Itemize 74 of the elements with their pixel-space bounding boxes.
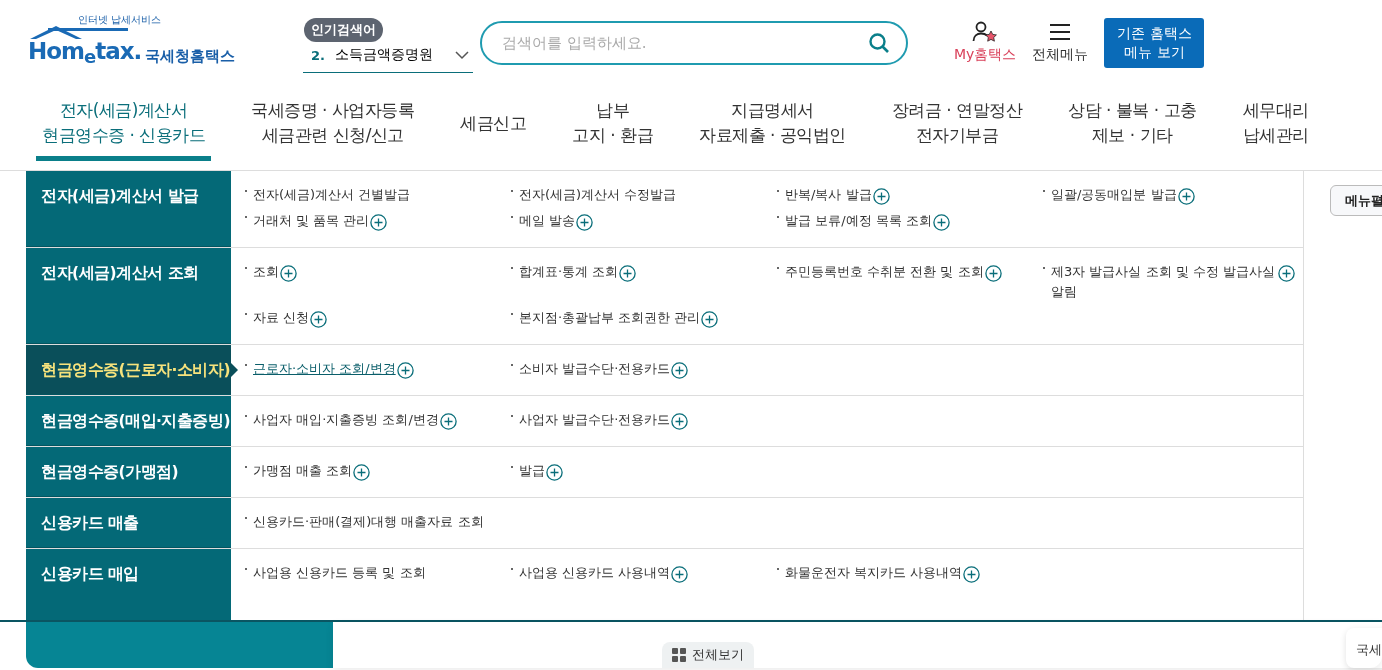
menu-link[interactable]: 조회 [253,262,279,282]
plus-icon[interactable] [439,413,457,430]
popular-search-badge: 인기검색어 [304,17,383,42]
plus-icon[interactable] [872,188,890,205]
menu-link[interactable]: 발급 [519,461,545,481]
menu-link[interactable]: 전자(세금)계산서 건별발급 [253,185,411,205]
nav-tab[interactable]: 상담 · 불복 · 고충 제보 · 기타 [1062,94,1203,161]
logo-wordmark[interactable]: Hom$_{e}$tax. [28,38,142,69]
plus-icon[interactable] [671,566,689,583]
menu-link[interactable]: 반복/복사 발급 [785,185,872,205]
nav-tab[interactable]: 세무대리 납세관리 [1236,94,1315,161]
plus-icon[interactable] [932,214,950,231]
plus-icon[interactable] [280,265,297,282]
menu-link[interactable]: 메일 발송 [519,211,576,231]
plus-icon[interactable] [984,265,1002,282]
menu-link[interactable]: 자료 신청 [253,308,310,328]
menu-link[interactable]: 거래처 및 품목 관리 [253,211,370,231]
menu-link[interactable]: 일괄/공동매입분 발급 [1051,185,1177,205]
plus-icon[interactable] [1278,265,1295,282]
plus-icon[interactable] [619,265,637,282]
menu-link[interactable]: 제3자 발급사실 조회 및 수정 발급사실 알림 [1051,262,1277,302]
plus-icon[interactable] [370,214,388,231]
search-field[interactable]: 검색어를 입력하세요. [480,20,908,65]
classic-menu-button[interactable]: 기존 홈택스 메뉴 보기 [1104,17,1205,68]
menu-category[interactable]: 신용카드 매출 [26,498,231,548]
menu-link[interactable]: 사업용 신용카드 사용내역 [519,563,671,583]
nav-tab[interactable]: 전자(세금)계산서 현금영수증 · 신용카드 [36,94,212,161]
menu-category[interactable]: 신용카드 매입 [26,549,231,620]
nav-tab[interactable]: 지급명세서 자료제출 · 공익법인 [693,94,852,161]
plus-icon[interactable] [546,464,563,481]
nav-tab[interactable]: 국세증명 · 사업자등록 세금관련 신청/신고 [245,94,421,161]
view-all-tab[interactable]: 전체보기 [661,642,754,668]
menu-category[interactable]: 전자(세금)계산서 발급 [26,171,231,247]
menu-category[interactable]: 현금영수증(매입·지출증빙) [26,396,231,446]
plus-icon[interactable] [963,566,981,583]
plus-icon[interactable] [671,413,689,430]
logo-name[interactable]: 국세청홈택스 [145,46,236,66]
nav-tab[interactable]: 장려금 · 연말정산 전자기부금 [885,94,1029,161]
menu-link[interactable]: 사업자 발급수단·전용카드 [519,410,671,430]
menu-category[interactable]: 전자(세금)계산서 조회 [26,248,231,344]
plus-icon[interactable] [1177,188,1195,205]
menu-link[interactable]: 화물운전자 복지카드 사용내역 [785,563,963,583]
menu-link[interactable]: 소비자 발급수단·전용카드 [519,359,671,379]
menu-link[interactable]: 합계표·통계 조회 [519,262,619,282]
plus-icon[interactable] [396,362,414,379]
my-hometax-button[interactable]: My홈택스 [954,21,1017,64]
plus-icon[interactable] [671,362,689,379]
menu-category[interactable]: 현금영수증(근로자·소비자) [26,345,231,395]
plus-icon[interactable] [353,464,371,481]
menu-expand-button[interactable]: 메뉴펼 [1330,185,1382,216]
plus-icon[interactable] [310,311,328,328]
popular-search-dropdown[interactable]: 2. 소득금액증명원 [303,38,473,73]
menu-category[interactable]: 현금영수증(가맹점) [26,447,231,497]
nav-tab[interactable]: 납부 고지 · 환급 [566,94,660,161]
menu-link[interactable]: 사업자 매입·지출증빙 조회/변경 [253,410,439,430]
menu-link[interactable]: 사업용 신용카드 등록 및 조회 [253,563,426,583]
plus-icon[interactable] [701,311,719,328]
plus-icon[interactable] [576,214,594,231]
nav-tab[interactable]: 세금신고 [454,106,533,149]
menu-link[interactable]: 본지점·총괄납부 조회권한 관리 [519,308,701,328]
grid-icon [671,648,686,662]
menu-link[interactable]: 신용카드·판매(결제)대행 매출자료 조회 [253,512,484,532]
menu-link[interactable]: 가맹점 매출 조회 [253,461,353,481]
menu-link[interactable]: 주민등록번호 수취분 전환 및 조회 [785,262,984,282]
menu-link[interactable]: 전자(세금)계산서 수정발급 [519,185,677,205]
all-menu-button[interactable]: 전체메뉴 [1032,21,1089,64]
pointer-icon [231,363,238,377]
side-card[interactable]: 국세 [1346,628,1382,668]
search-icon[interactable] [868,31,890,54]
user-star-icon [972,21,999,43]
chevron-down-icon [455,50,469,60]
menu-link[interactable]: 근로자·소비자 조회/변경 [253,359,396,379]
menu-link[interactable]: 발급 보류/예정 목록 조회 [785,211,932,231]
logo-tagline: 인터넷 납세서비스 [78,12,163,27]
